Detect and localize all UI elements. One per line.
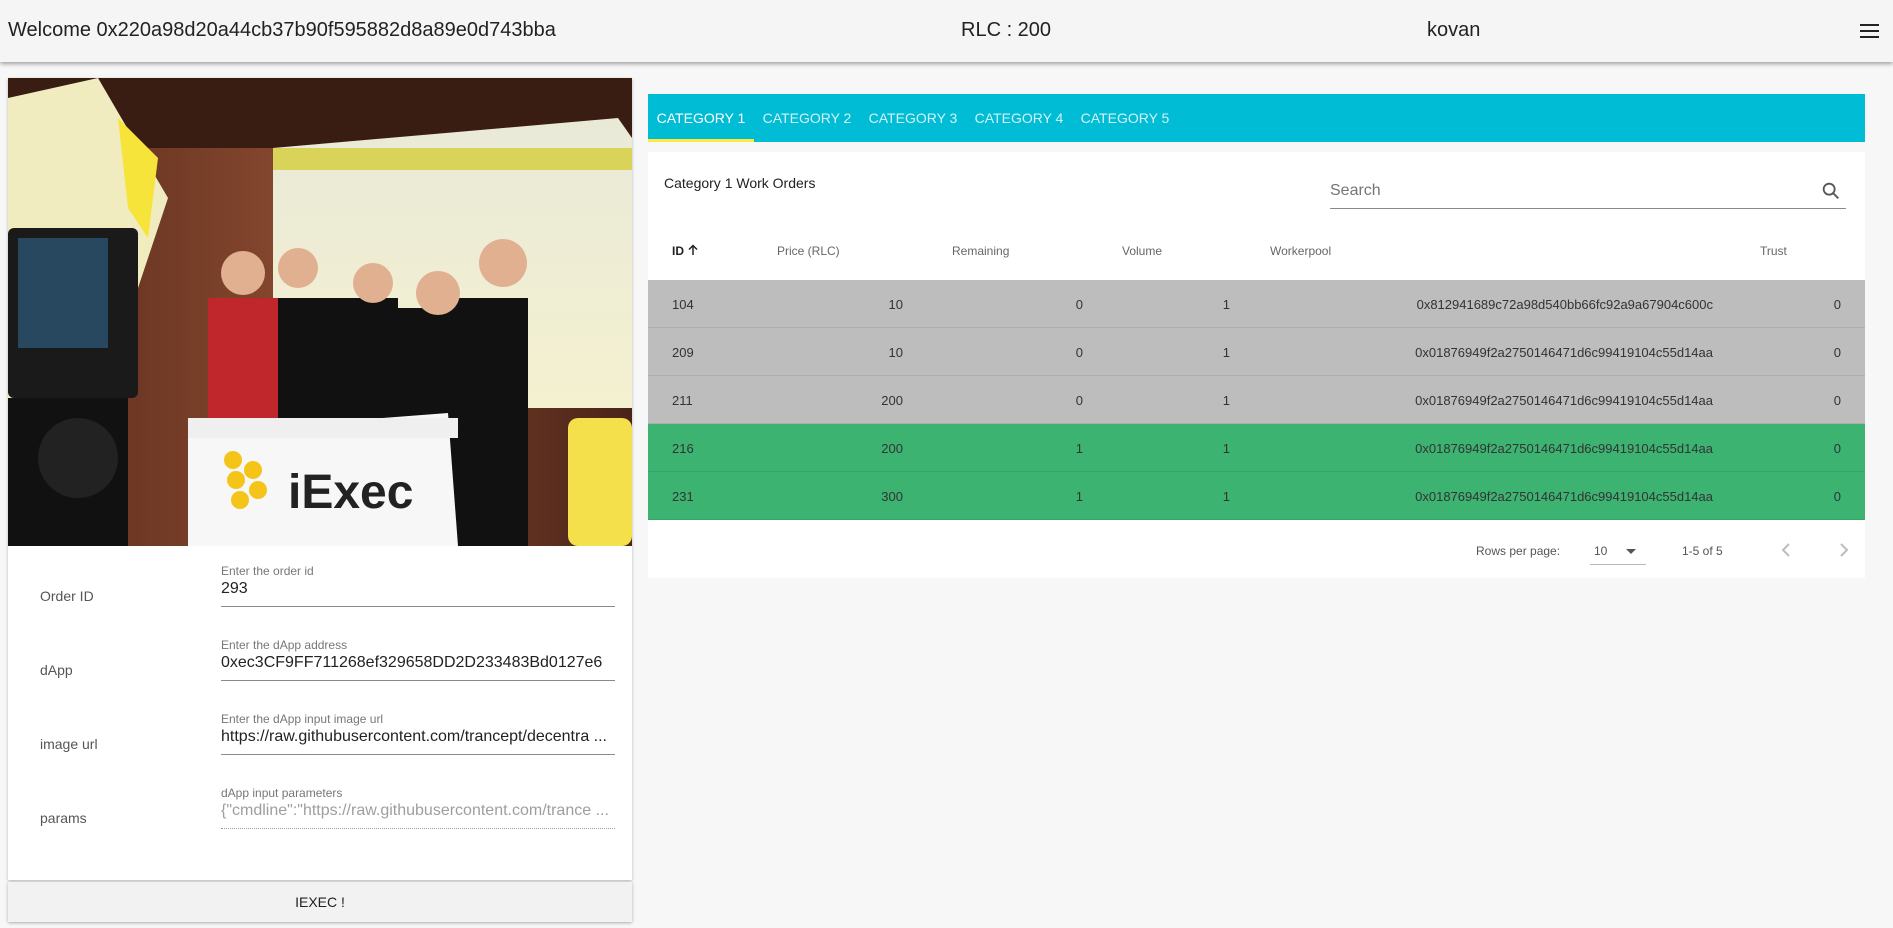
order-id-label: Order ID [40,588,94,604]
dapp-label: dApp [40,662,73,678]
order-id-input[interactable]: 293 [221,580,615,607]
params-input[interactable]: {"cmdline":"https://raw.githubuserconten… [221,802,615,829]
tab-category-3[interactable]: CATEGORY 3 [860,94,966,142]
col-header-volume[interactable]: Volume [1122,244,1162,258]
rows-per-page-label: Rows per page: [1476,544,1561,558]
params-hint: dApp input parameters [221,786,343,800]
col-header-price[interactable]: Price (RLC) [777,244,840,258]
cell-trust: 0 [1833,345,1841,360]
order-id-hint: Enter the order id [221,564,314,578]
cell-workerpool: 0x01876949f2a2750146471d6c99419104c55d14… [1415,441,1713,456]
iexec-submit-button[interactable]: IEXEC ! [8,882,632,922]
cell-trust: 0 [1833,441,1841,456]
cell-workerpool: 0x01876949f2a2750146471d6c99419104c55d14… [1415,393,1713,408]
params-row: params dApp input parameters {"cmdline":… [8,768,632,838]
active-tab-indicator [648,139,754,142]
cell-price: 10 [888,297,903,312]
search-box [1330,176,1846,209]
order-id-row: Order ID Enter the order id 293 [8,546,632,616]
cell-workerpool: 0x812941689c72a98d540bb66fc92a9a67904c60… [1416,297,1713,312]
cell-workerpool: 0x01876949f2a2750146471d6c99419104c55d14… [1415,489,1713,504]
network-name: kovan [1427,19,1481,41]
svg-text:iExec: iExec [288,466,413,519]
dapp-row: dApp Enter the dApp address 0xec3CF9FF71… [8,620,632,690]
table-row[interactable]: 211 200 0 1 0x01876949f2a2750146471d6c99… [648,376,1865,424]
tab-category-1[interactable]: CATEGORY 1 [648,94,754,142]
app-bar: Welcome 0x220a98d20a44cb37b90f595882d8a8… [0,0,1893,62]
cell-trust: 0 [1833,489,1841,504]
image-url-hint: Enter the dApp input image url [221,712,384,726]
col-header-workerpool[interactable]: Workerpool [1270,244,1331,258]
col-header-remaining[interactable]: Remaining [952,244,1009,258]
order-form-card: iExec Order ID Enter the order id 293 dA… [8,78,632,880]
rows-per-page-select[interactable]: 10 [1590,538,1646,565]
col-header-id[interactable]: ID [672,244,699,258]
chevron-left-icon[interactable] [1774,538,1798,562]
chevron-right-icon[interactable] [1832,538,1856,562]
tab-category-2[interactable]: CATEGORY 2 [754,94,860,142]
col-header-id-label: ID [672,244,684,258]
cell-trust: 0 [1833,393,1841,408]
photo-illustration: iExec [8,78,632,546]
cell-workerpool: 0x01876949f2a2750146471d6c99419104c55d14… [1415,345,1713,360]
cell-price: 10 [888,345,903,360]
dapp-hint: Enter the dApp address [221,638,348,652]
params-label: params [40,810,87,826]
work-orders-card: Category 1 Work Orders ID Price (RLC) Re… [648,152,1865,578]
cell-volume: 1 [1222,345,1230,360]
image-url-label: image url [40,736,98,752]
cell-remaining: 1 [1075,489,1083,504]
chevron-down-icon [1626,549,1636,554]
rlc-balance: RLC : 200 [961,19,1052,41]
welcome-text: Welcome 0x220a98d20a44cb37b90f595882d8a8… [8,19,556,41]
cell-remaining: 0 [1075,393,1083,408]
col-header-trust[interactable]: Trust [1760,244,1787,258]
table-row[interactable]: 104 10 0 1 0x812941689c72a98d540bb66fc92… [648,280,1865,328]
dapp-address-input[interactable]: 0xec3CF9FF711268ef329658DD2D233483Bd0127… [221,654,615,681]
category-tabs: CATEGORY 1 CATEGORY 2 CATEGORY 3 CATEGOR… [648,94,1865,142]
cell-id: 209 [672,345,694,360]
cell-id: 231 [672,489,694,504]
cell-volume: 1 [1222,297,1230,312]
arrow-up-icon [688,244,698,255]
table-row[interactable]: 231 300 1 1 0x01876949f2a2750146471d6c99… [648,472,1865,520]
cell-volume: 1 [1222,393,1230,408]
tab-category-4[interactable]: CATEGORY 4 [966,94,1072,142]
image-url-input[interactable]: https://raw.githubusercontent.com/trance… [221,728,615,755]
image-url-row: image url Enter the dApp input image url… [8,694,632,764]
cell-remaining: 0 [1075,297,1083,312]
search-icon[interactable] [1820,180,1842,202]
pagination-range: 1-5 of 5 [1682,544,1723,558]
tab-category-5[interactable]: CATEGORY 5 [1072,94,1178,142]
cell-remaining: 1 [1075,441,1083,456]
cell-volume: 1 [1222,489,1230,504]
cell-id: 104 [672,297,694,312]
cell-trust: 0 [1833,297,1841,312]
cell-volume: 1 [1222,441,1230,456]
table-row[interactable]: 209 10 0 1 0x01876949f2a2750146471d6c994… [648,328,1865,376]
search-input[interactable] [1330,176,1800,206]
rows-per-page-value: 10 [1594,544,1608,558]
cell-price: 200 [881,441,903,456]
table-row[interactable]: 216 200 1 1 0x01876949f2a2750146471d6c99… [648,424,1865,472]
cell-price: 200 [881,393,903,408]
table-title: Category 1 Work Orders [664,175,816,191]
cell-id: 211 [672,393,693,408]
cell-price: 300 [881,489,903,504]
cell-remaining: 0 [1075,345,1083,360]
menu-icon[interactable] [1858,20,1882,42]
team-photo: iExec [8,78,632,546]
cell-id: 216 [672,441,694,456]
